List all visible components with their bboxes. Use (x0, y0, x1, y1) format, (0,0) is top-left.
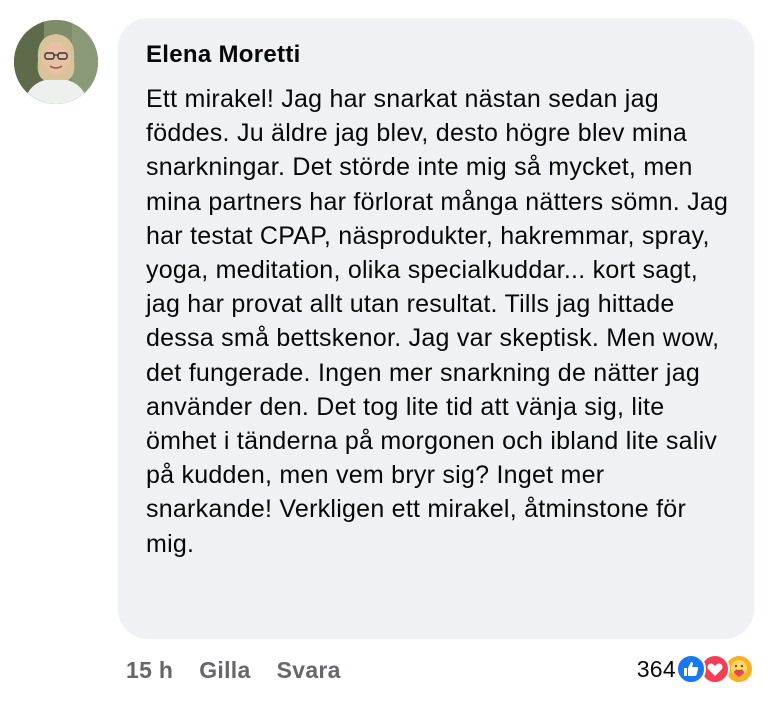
reaction-summary[interactable]: 364 (637, 652, 754, 686)
comment-bubble: Elena Moretti Ett mirakel! Jag har snark… (118, 18, 754, 639)
like-button[interactable]: Gilla (199, 657, 250, 684)
reply-button[interactable]: Svara (277, 657, 341, 684)
comment-text: Ett mirakel! Jag har snarkat nästan seda… (146, 85, 729, 558)
comment-actions: 15 h Gilla Svara (126, 655, 341, 685)
comment-author[interactable]: Elena Moretti (146, 40, 724, 70)
reaction-count: 364 (636, 655, 676, 682)
avatar[interactable] (14, 20, 98, 104)
like-icon (676, 654, 706, 684)
comment-timestamp[interactable]: 15 h (126, 657, 173, 684)
profile-photo (14, 20, 98, 104)
